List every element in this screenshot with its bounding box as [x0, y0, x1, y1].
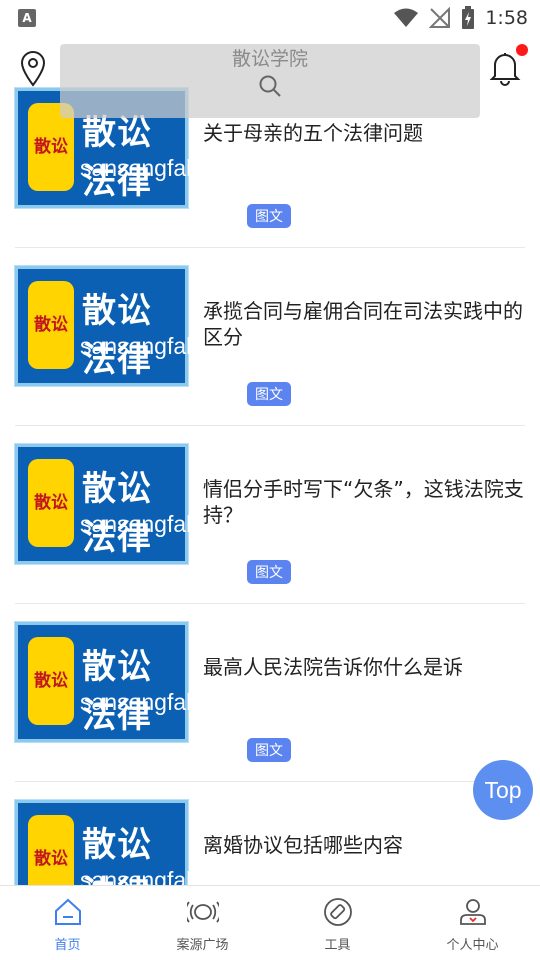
- profile-icon: [459, 899, 486, 925]
- thumbnail-brand-cn: 散讼法律: [82, 647, 152, 736]
- wifi-icon: [394, 8, 419, 27]
- thumbnail-brand-en: sansongfalv: [80, 333, 203, 359]
- search-icon[interactable]: [258, 74, 282, 98]
- list-item[interactable]: 散讼 散讼法律 sansongfalv 情侣分手时写下“欠条”，这钱法院支持？ 图文: [15, 426, 525, 604]
- article-thumbnail: 散讼散讼法律sansongfalv: [15, 622, 203, 742]
- article-tag: 图文: [247, 382, 291, 406]
- nav-label-tools: 工具: [324, 938, 351, 953]
- article-title: 最高人民法院告诉你什么是诉: [203, 655, 463, 679]
- page-title: 散讼学院: [231, 48, 308, 70]
- status-right: 1:58: [393, 6, 528, 30]
- thumbnail-brand-en: sansongfalv: [80, 689, 203, 715]
- article-list[interactable]: 散讼 散讼法律 sansongfalv 关于母亲的五个法律问题 图文 散讼 散讼法律 sans…: [0, 70, 540, 960]
- thumbnail-brand-cn: 散讼法律: [82, 291, 152, 380]
- back-to-top-button[interactable]: Top: [473, 760, 533, 820]
- home-icon: [54, 898, 81, 925]
- tools-icon: [323, 898, 352, 926]
- nav-item-case-square[interactable]: 案源广场: [135, 886, 270, 960]
- status-time: 1:58: [485, 7, 528, 29]
- nav-label-case-square: 案源广场: [176, 938, 229, 953]
- article-thumbnail: 散讼散讼法律sansongfalv: [15, 444, 203, 564]
- thumbnail-brand-cn: 散讼法律: [82, 113, 152, 202]
- article-tag: 图文: [247, 738, 291, 762]
- seal-logo: 散讼: [28, 637, 74, 725]
- battery-charging-icon: [462, 6, 475, 29]
- article-tag: 图文: [247, 204, 291, 228]
- thumbnail-brand-cn: 散讼法律: [82, 469, 152, 558]
- article-title: 关于母亲的五个法律问题: [203, 121, 423, 145]
- nav-label-profile: 个人中心: [446, 938, 499, 953]
- search-bar[interactable]: 散讼学院: [60, 44, 480, 118]
- nav-item-tools[interactable]: 工具: [270, 886, 405, 960]
- seal-logo: 散讼: [28, 459, 74, 547]
- nav-item-home[interactable]: 首页: [0, 886, 135, 960]
- bottom-nav: 首页 案源广场 工具 个人中心: [0, 885, 540, 960]
- no-signal-icon: [429, 7, 451, 28]
- header: 散讼学院: [0, 36, 540, 118]
- nav-label-home: 首页: [54, 938, 81, 953]
- article-title: 离婚协议包括哪些内容: [203, 833, 403, 857]
- thumbnail-brand-en: sansongfalv: [80, 511, 203, 537]
- status-bar: A 1:58: [0, 0, 540, 36]
- thumbnail-brand-en: sansongfalv: [80, 155, 203, 181]
- screen: A 1:58 散讼 散讼法律 sansongfalv 关于母亲的五个法律问题 图文 散讼散…: [0, 0, 540, 960]
- nav-item-profile[interactable]: 个人中心: [405, 886, 540, 960]
- article-title: 情侣分手时写下“欠条”，这钱法院支持？: [203, 477, 524, 527]
- article-tag: 图文: [247, 560, 291, 584]
- status-left: A: [18, 9, 36, 27]
- article-thumbnail: 散讼散讼法律sansongfalv: [15, 266, 203, 386]
- seal-logo: 散讼: [28, 281, 74, 369]
- list-item[interactable]: 散讼 散讼法律 sansongfalv 承揽合同与雇佣合同在司法实践中的区分图文: [15, 248, 525, 426]
- broadcast-icon: [186, 901, 219, 923]
- location-pin-icon[interactable]: [20, 51, 46, 87]
- status-a-icon: A: [18, 9, 36, 27]
- article-title: 承揽合同与雇佣合同在司法实践中的区分: [203, 299, 523, 349]
- list-item[interactable]: 散讼 散讼法律 sansongfalv 最高人民法院告诉你什么是诉图文: [15, 604, 525, 782]
- notification-dot: [516, 44, 528, 56]
